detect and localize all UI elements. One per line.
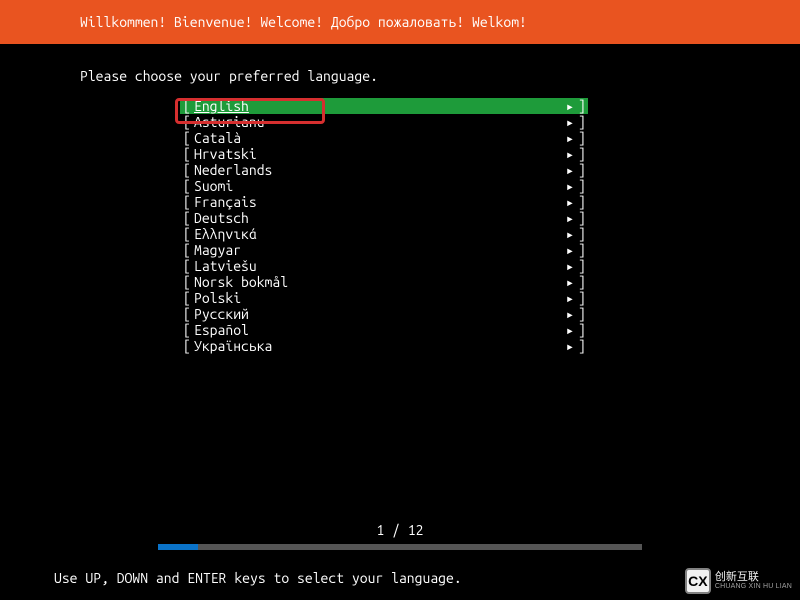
- watermark: CX 创新互联 CHUANG XIN HU LIAN: [685, 568, 792, 594]
- bracket-right: ]: [578, 226, 588, 242]
- bracket-left: [: [180, 194, 188, 210]
- progress-label: 1 / 12: [0, 522, 800, 538]
- language-option[interactable]: [Українська▸]: [180, 338, 588, 354]
- bracket-left: [: [180, 290, 188, 306]
- language-label: Suomi: [188, 178, 562, 194]
- chevron-right-icon: ▸: [562, 290, 578, 306]
- language-option[interactable]: [Español▸]: [180, 322, 588, 338]
- bracket-right: ]: [578, 274, 588, 290]
- language-label: Latviešu: [188, 258, 562, 274]
- language-option[interactable]: [Ελληνικά▸]: [180, 226, 588, 242]
- bracket-left: [: [180, 274, 188, 290]
- bracket-left: [: [180, 114, 188, 130]
- prompt-text: Please choose your preferred language.: [0, 44, 800, 98]
- language-option[interactable]: [English▸]: [180, 98, 588, 114]
- bracket-left: [: [180, 258, 188, 274]
- watermark-logo: CX: [685, 568, 711, 594]
- chevron-right-icon: ▸: [562, 242, 578, 258]
- language-label: Русский: [188, 306, 562, 322]
- bracket-left: [: [180, 146, 188, 162]
- bracket-right: ]: [578, 194, 588, 210]
- language-option[interactable]: [Norsk bokmål▸]: [180, 274, 588, 290]
- language-label: Polski: [188, 290, 562, 306]
- language-label: Asturianu: [188, 114, 562, 130]
- language-label: Norsk bokmål: [188, 274, 562, 290]
- bracket-right: ]: [578, 306, 588, 322]
- language-label: Deutsch: [188, 210, 562, 226]
- bracket-left: [: [180, 178, 188, 194]
- chevron-right-icon: ▸: [562, 274, 578, 290]
- progress-bar: [158, 544, 642, 550]
- language-option[interactable]: [Français▸]: [180, 194, 588, 210]
- bracket-right: ]: [578, 130, 588, 146]
- bracket-right: ]: [578, 258, 588, 274]
- bracket-right: ]: [578, 322, 588, 338]
- language-label: Nederlands: [188, 162, 562, 178]
- bracket-left: [: [180, 242, 188, 258]
- language-option[interactable]: [Asturianu▸]: [180, 114, 588, 130]
- bracket-left: [: [180, 162, 188, 178]
- bracket-right: ]: [578, 242, 588, 258]
- bracket-right: ]: [578, 146, 588, 162]
- chevron-right-icon: ▸: [562, 162, 578, 178]
- chevron-right-icon: ▸: [562, 98, 578, 114]
- bracket-right: ]: [578, 290, 588, 306]
- language-option[interactable]: [Polski▸]: [180, 290, 588, 306]
- language-label: Magyar: [188, 242, 562, 258]
- bracket-left: [: [180, 322, 188, 338]
- bracket-left: [: [180, 210, 188, 226]
- language-option[interactable]: [Hrvatski▸]: [180, 146, 588, 162]
- language-label: Català: [188, 130, 562, 146]
- chevron-right-icon: ▸: [562, 306, 578, 322]
- chevron-right-icon: ▸: [562, 210, 578, 226]
- header-title: Willkommen! Bienvenue! Welcome! Добро по…: [80, 14, 527, 30]
- language-option[interactable]: [Suomi▸]: [180, 178, 588, 194]
- bracket-left: [: [180, 226, 188, 242]
- bracket-left: [: [180, 98, 188, 114]
- chevron-right-icon: ▸: [562, 130, 578, 146]
- language-option[interactable]: [Magyar▸]: [180, 242, 588, 258]
- bracket-right: ]: [578, 178, 588, 194]
- language-label: Français: [188, 194, 562, 210]
- watermark-cn: 创新互联: [715, 572, 792, 583]
- bracket-right: ]: [578, 114, 588, 130]
- chevron-right-icon: ▸: [562, 338, 578, 354]
- chevron-right-icon: ▸: [562, 146, 578, 162]
- language-label: Hrvatski: [188, 146, 562, 162]
- chevron-right-icon: ▸: [562, 194, 578, 210]
- progress-area: 1 / 12: [0, 522, 800, 550]
- chevron-right-icon: ▸: [562, 178, 578, 194]
- bracket-right: ]: [578, 98, 588, 114]
- chevron-right-icon: ▸: [562, 226, 578, 242]
- language-label: Español: [188, 322, 562, 338]
- header-bar: Willkommen! Bienvenue! Welcome! Добро по…: [0, 0, 800, 44]
- bracket-right: ]: [578, 210, 588, 226]
- chevron-right-icon: ▸: [562, 114, 578, 130]
- bracket-left: [: [180, 338, 188, 354]
- progress-fill: [158, 544, 198, 550]
- bracket-left: [: [180, 306, 188, 322]
- language-label: English: [188, 98, 562, 114]
- watermark-en: CHUANG XIN HU LIAN: [715, 583, 792, 590]
- language-option[interactable]: [Русский▸]: [180, 306, 588, 322]
- bracket-right: ]: [578, 338, 588, 354]
- chevron-right-icon: ▸: [562, 258, 578, 274]
- language-list[interactable]: [English▸][Asturianu▸][Català▸][Hrvatski…: [180, 98, 588, 354]
- language-label: Українська: [188, 338, 562, 354]
- language-option[interactable]: [Català▸]: [180, 130, 588, 146]
- language-option[interactable]: [Nederlands▸]: [180, 162, 588, 178]
- language-option[interactable]: [Latviešu▸]: [180, 258, 588, 274]
- language-label: Ελληνικά: [188, 226, 562, 242]
- bracket-right: ]: [578, 162, 588, 178]
- bracket-left: [: [180, 130, 188, 146]
- language-option[interactable]: [Deutsch▸]: [180, 210, 588, 226]
- chevron-right-icon: ▸: [562, 322, 578, 338]
- footer-hint: Use UP, DOWN and ENTER keys to select yo…: [54, 570, 462, 586]
